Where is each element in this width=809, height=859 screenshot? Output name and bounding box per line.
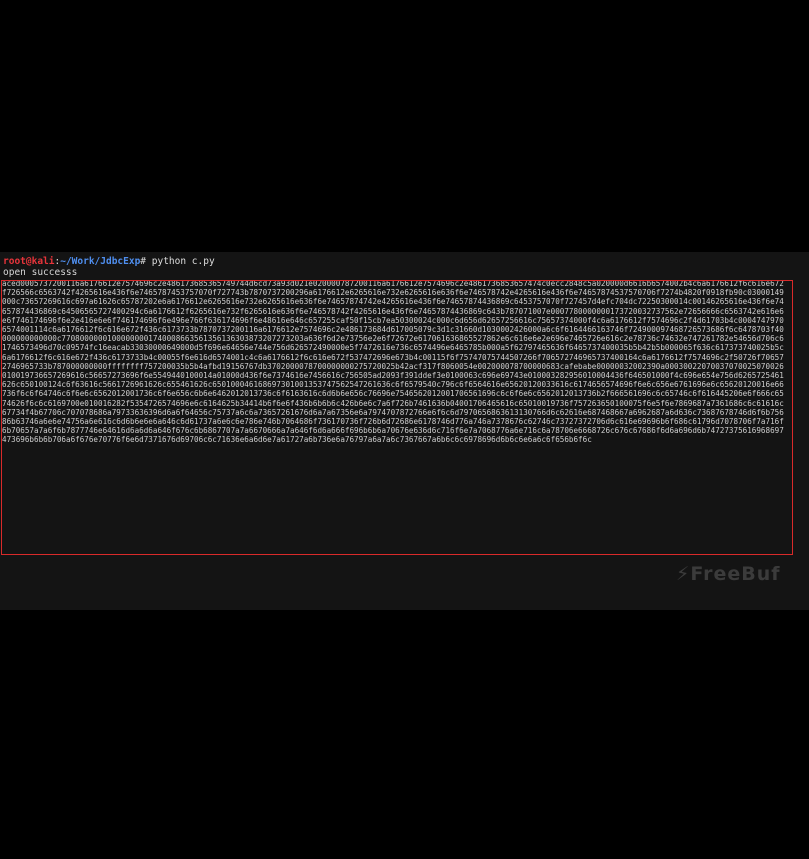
highlight-annotation-box <box>1 280 793 555</box>
shell-prompt: root@kali:~/Work/JdbcExp# python c.py <box>3 256 215 267</box>
prompt-path: ~/Work/JdbcExp <box>60 256 141 267</box>
status-output: open successs <box>3 267 78 278</box>
prompt-user-host: root@kali <box>3 256 55 267</box>
watermark-logo: ⚡FreeBuf <box>676 563 781 585</box>
prompt-command: python c.py <box>146 256 215 267</box>
